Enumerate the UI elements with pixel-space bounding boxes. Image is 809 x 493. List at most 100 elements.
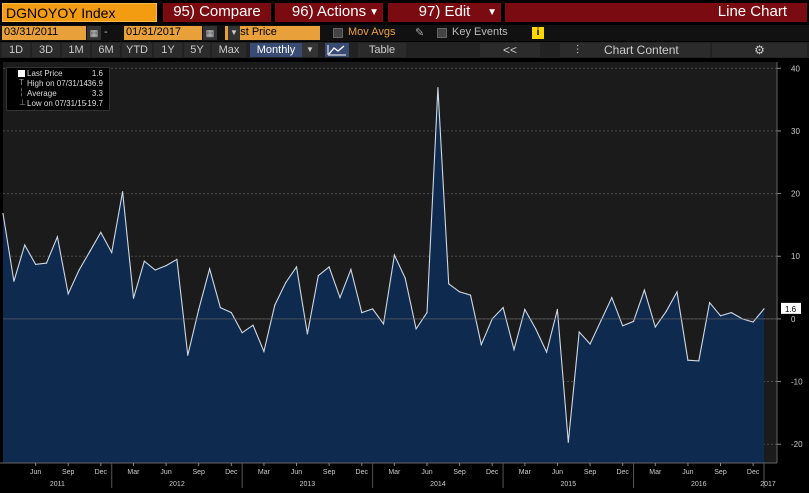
data-point bbox=[24, 244, 26, 246]
x-tick-label: Jun bbox=[160, 469, 171, 476]
actions-button[interactable]: 96) Actions ▼ bbox=[275, 3, 383, 22]
data-point bbox=[187, 354, 189, 356]
x-tick-label: Jun bbox=[291, 469, 302, 476]
mov-avgs-label: Mov Avgs bbox=[348, 26, 396, 38]
compare-label: 95) Compare bbox=[173, 3, 261, 20]
gear-icon[interactable]: ⚙ bbox=[712, 43, 807, 57]
data-point bbox=[502, 307, 504, 309]
data-point bbox=[252, 324, 254, 326]
data-point bbox=[567, 441, 569, 443]
data-point bbox=[328, 266, 330, 268]
line-chart-icon[interactable] bbox=[325, 43, 349, 57]
calendar-icon[interactable]: ▦ bbox=[203, 26, 217, 40]
start-date-input[interactable]: 03/31/2011 bbox=[2, 26, 86, 40]
legend-last-value: 1.6 bbox=[91, 69, 103, 78]
chevron-down-icon: ▼ bbox=[487, 7, 497, 18]
edit-button[interactable]: 97) Edit ▼ bbox=[388, 3, 501, 22]
data-point bbox=[448, 283, 450, 285]
data-point bbox=[361, 312, 363, 314]
period-button-max[interactable]: Max bbox=[212, 43, 246, 57]
data-point bbox=[56, 236, 59, 238]
data-point bbox=[719, 315, 722, 317]
period-button-5y[interactable]: 5Y bbox=[184, 43, 210, 57]
data-point bbox=[437, 87, 439, 89]
year-label: 2015 bbox=[561, 481, 577, 488]
period-button-1m[interactable]: 1M bbox=[62, 43, 90, 57]
period-button-1y[interactable]: 1Y bbox=[154, 43, 182, 57]
data-point bbox=[698, 360, 700, 362]
chart-type-title: Line Chart bbox=[505, 3, 807, 22]
period-button-6m[interactable]: 6M bbox=[92, 43, 120, 57]
data-point bbox=[665, 310, 667, 312]
x-tick-label: Sep bbox=[584, 469, 597, 476]
line-chart[interactable]: -20 -10 0 10 20 30 40 1.6 Jun Sep Dec Mar Jun Sep Dec M… bbox=[0, 62, 809, 493]
data-point bbox=[306, 333, 308, 335]
data-point bbox=[622, 325, 624, 327]
chevron-down-icon[interactable]: ▼ bbox=[302, 43, 318, 57]
price-field-select[interactable]: Last Price ▼ bbox=[225, 26, 320, 40]
y-tick-label: 20 bbox=[791, 190, 800, 199]
data-point bbox=[339, 297, 341, 299]
data-point bbox=[154, 269, 156, 271]
data-point bbox=[632, 320, 635, 322]
data-point bbox=[2, 213, 4, 215]
period-button-ytd[interactable]: YTD bbox=[122, 43, 152, 57]
x-tick-label: Sep bbox=[714, 469, 727, 476]
low-marker-icon: ⊥ bbox=[19, 98, 26, 107]
legend-low: ⊥ Low on 07/31/15 -19.7 bbox=[7, 98, 109, 109]
table-button[interactable]: Table bbox=[358, 43, 406, 57]
data-point bbox=[426, 312, 428, 314]
pencil-icon[interactable]: ✎ bbox=[415, 26, 424, 39]
date-range-bar: 03/31/2011 ▦ - 01/31/2017 ▦ Last Price ▼… bbox=[0, 25, 809, 41]
last-value-label: 1.6 bbox=[785, 305, 797, 314]
data-point bbox=[611, 297, 613, 299]
info-icon[interactable]: i bbox=[532, 27, 544, 39]
year-label: 2013 bbox=[300, 481, 316, 488]
data-point bbox=[13, 280, 15, 282]
frequency-select[interactable]: Monthly bbox=[250, 43, 302, 57]
collapse-button[interactable]: << bbox=[480, 43, 540, 57]
chart-content-button[interactable]: ⫶ Chart Content bbox=[560, 43, 710, 57]
data-point bbox=[382, 323, 385, 325]
data-point bbox=[317, 275, 319, 277]
data-point bbox=[263, 350, 265, 353]
data-point bbox=[709, 302, 711, 304]
y-tick-label: 10 bbox=[791, 252, 800, 261]
data-point bbox=[295, 266, 298, 268]
command-bar: DGNOYOY Index 95) Compare 96) Actions ▼ … bbox=[0, 0, 809, 24]
chevron-down-icon: ▼ bbox=[228, 26, 240, 40]
data-point bbox=[198, 308, 200, 311]
mov-avgs-checkbox[interactable] bbox=[333, 28, 343, 38]
data-point bbox=[35, 263, 37, 265]
data-point bbox=[556, 308, 559, 311]
ticker-field[interactable]: DGNOYOY Index bbox=[2, 3, 157, 22]
data-point bbox=[578, 331, 580, 333]
period-button-1d[interactable]: 1D bbox=[2, 43, 30, 57]
y-tick-label: -10 bbox=[791, 378, 803, 387]
calendar-icon[interactable]: ▦ bbox=[87, 26, 101, 40]
x-tick-label: Dec bbox=[95, 469, 108, 476]
table-label: Table bbox=[368, 44, 396, 56]
legend-average-label: Average bbox=[27, 89, 57, 98]
legend-high-value: 36.9 bbox=[87, 79, 103, 88]
period-button-3d[interactable]: 3D bbox=[32, 43, 60, 57]
x-tick-label: Sep bbox=[323, 469, 336, 476]
x-tick-label: Jun bbox=[421, 469, 432, 476]
x-tick-label: Mar bbox=[258, 469, 271, 476]
data-point bbox=[89, 250, 91, 252]
data-point bbox=[752, 321, 754, 323]
data-point bbox=[241, 332, 243, 334]
x-tick-label: Mar bbox=[519, 469, 532, 476]
data-point bbox=[393, 254, 395, 256]
start-date-value: 03/31/2011 bbox=[4, 26, 59, 38]
legend-last-label: Last Price bbox=[27, 69, 63, 78]
legend-low-value: -19.7 bbox=[84, 99, 103, 108]
data-point bbox=[165, 265, 167, 267]
data-point bbox=[600, 320, 602, 322]
end-date-input[interactable]: 01/31/2017 bbox=[124, 26, 202, 40]
y-tick-label: -20 bbox=[791, 440, 803, 449]
data-point bbox=[230, 312, 232, 314]
compare-button[interactable]: 95) Compare bbox=[163, 3, 271, 22]
key-events-checkbox[interactable] bbox=[437, 28, 447, 38]
data-point bbox=[78, 269, 80, 271]
